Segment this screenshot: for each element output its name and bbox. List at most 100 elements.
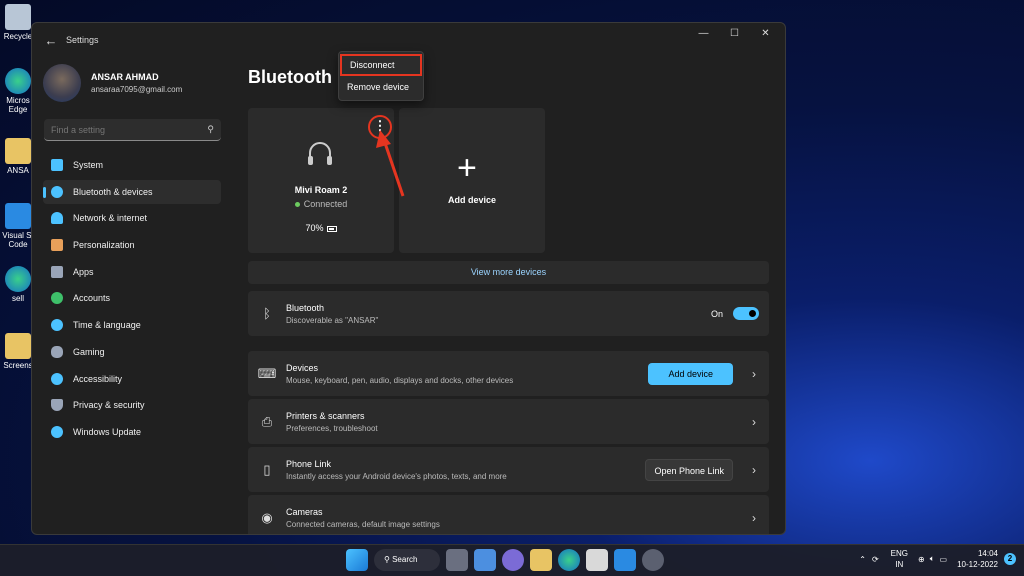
add-device-card[interactable]: + Add device: [399, 108, 545, 253]
bluetooth-row-subtitle: Discoverable as "ANSAR": [286, 315, 379, 325]
disconnect-menu-item[interactable]: Disconnect: [340, 54, 422, 76]
folder-icon: [5, 333, 31, 359]
system-tray: ⌃ ⟳ ENG IN ⊕ 🔈︎ ▭ 14:04 10-12-2022 2: [859, 548, 1016, 570]
devices-row[interactable]: ⌨ Devices Mouse, keyboard, pen, audio, d…: [248, 351, 769, 396]
maximize-button[interactable]: ☐: [719, 23, 750, 45]
chevron-right-icon[interactable]: ›: [739, 463, 769, 477]
sidebar-item-time-language[interactable]: Time & language: [43, 313, 221, 337]
edge-icon: [5, 266, 31, 292]
apps-icon: [51, 265, 63, 278]
avatar: [43, 64, 81, 102]
folder-icon: [5, 138, 31, 164]
printers-row-title: Printers & scanners: [286, 410, 365, 421]
profile-name: ANSAR AHMAD: [91, 72, 159, 82]
task-view-icon[interactable]: [446, 549, 468, 571]
camera-icon: ◉: [261, 509, 273, 525]
cameras-row-subtitle: Connected cameras, default image setting…: [286, 519, 440, 529]
search-icon[interactable]: ⚲: [207, 124, 214, 135]
device-cards: Mivi Roam 2 Connected 70% ⋮ + Add device: [248, 108, 769, 253]
photos-icon[interactable]: [614, 549, 636, 571]
sidebar-item-network[interactable]: Network & internet: [43, 206, 221, 230]
chevron-up-icon[interactable]: ⌃: [859, 555, 866, 564]
sidebar-item-gaming[interactable]: Gaming: [43, 340, 221, 364]
search-input[interactable]: [51, 124, 208, 135]
clock[interactable]: 14:04 10-12-2022: [957, 548, 998, 570]
device-status: Connected: [248, 199, 394, 209]
cameras-row[interactable]: ◉ Cameras Connected cameras, default ima…: [248, 495, 769, 534]
notification-badge[interactable]: 2: [1004, 553, 1016, 565]
devices-icon: ⌨: [257, 365, 277, 381]
settings-taskbar-icon[interactable]: [642, 549, 664, 571]
remove-device-menu-item[interactable]: Remove device: [339, 76, 423, 98]
taskbar-search[interactable]: ⚲ Search: [374, 549, 440, 571]
chevron-right-icon[interactable]: ›: [739, 415, 769, 429]
app-title: Settings: [66, 35, 99, 45]
add-device-label: Add device: [447, 195, 496, 205]
sidebar: ANSAR AHMAD ansaraa7095@gmail.com ⚲ Syst…: [32, 57, 232, 534]
update-icon: [51, 425, 63, 438]
sidebar-item-windows-update[interactable]: Windows Update: [43, 420, 221, 444]
close-button[interactable]: ✕: [750, 23, 781, 45]
window-controls: — ☐ ✕: [688, 23, 781, 45]
search-box: ⚲: [44, 119, 221, 141]
chevron-right-icon[interactable]: ›: [739, 511, 769, 525]
plus-icon: +: [457, 149, 477, 187]
sidebar-nav: System Bluetooth & devices Network & int…: [32, 153, 232, 444]
printers-row-subtitle: Preferences, troubleshoot: [286, 423, 378, 433]
bluetooth-toggle[interactable]: [733, 307, 759, 320]
edge-icon: [5, 68, 31, 94]
sync-icon[interactable]: ⟳: [872, 555, 879, 564]
language-indicator[interactable]: ENG IN: [891, 548, 908, 570]
chevron-right-icon[interactable]: ›: [739, 367, 769, 381]
widgets-icon[interactable]: [474, 549, 496, 571]
battery-level: 70%: [248, 223, 394, 233]
sidebar-item-privacy[interactable]: Privacy & security: [43, 393, 221, 417]
add-device-button[interactable]: Add device: [648, 362, 733, 385]
sidebar-item-personalization[interactable]: Personalization: [43, 233, 221, 257]
printer-icon: ⎙: [261, 413, 273, 429]
teams-chat-icon[interactable]: [502, 549, 524, 571]
file-explorer-icon[interactable]: [530, 549, 552, 571]
monitor-icon: [51, 159, 63, 171]
recycle-bin-icon: [5, 4, 31, 30]
sidebar-item-accessibility[interactable]: Accessibility: [43, 367, 221, 391]
device-context-menu: Disconnect Remove device: [338, 51, 424, 101]
bluetooth-icon: ᛒ: [263, 306, 271, 321]
devices-row-subtitle: Mouse, keyboard, pen, audio, displays an…: [286, 375, 514, 385]
shield-icon: [51, 399, 63, 412]
page-title: Bluetooth: [248, 67, 332, 87]
battery-icon: [326, 225, 337, 232]
minimize-button[interactable]: —: [688, 23, 719, 45]
open-phone-link-button[interactable]: Open Phone Link: [645, 458, 733, 481]
taskbar: ⚲ Search ⌃ ⟳ ENG IN ⊕ 🔈︎ ▭ 14:04 10-12-2…: [0, 544, 1024, 576]
battery-icon[interactable]: ▭: [940, 555, 948, 564]
network-icon[interactable]: ⊕: [918, 555, 925, 564]
globe-clock-icon: [51, 319, 63, 332]
phone-icon: ▯: [263, 461, 271, 477]
bluetooth-row-title: Bluetooth: [286, 302, 325, 313]
person-icon: [51, 292, 63, 305]
accessibility-icon: [51, 372, 63, 385]
sidebar-item-bluetooth-devices[interactable]: Bluetooth & devices: [43, 179, 221, 204]
sidebar-item-apps[interactable]: Apps: [43, 260, 221, 284]
sidebar-item-system[interactable]: System: [43, 153, 221, 177]
brush-icon: [51, 239, 63, 252]
edge-icon[interactable]: [558, 549, 580, 571]
volume-icon[interactable]: 🔈︎: [930, 554, 935, 564]
profile-section[interactable]: ANSAR AHMAD ansaraa7095@gmail.com: [32, 57, 232, 105]
cameras-row-title: Cameras: [286, 506, 323, 517]
annotation-arrow-icon: [376, 130, 405, 197]
wifi-icon: [51, 212, 63, 225]
profile-email: ansaraa7095@gmail.com: [91, 85, 183, 94]
phone-link-row-title: Phone Link: [286, 458, 332, 469]
start-button[interactable]: [346, 549, 368, 571]
printers-row[interactable]: ⎙ Printers & scanners Preferences, troub…: [248, 399, 769, 444]
back-button[interactable]: ←: [36, 33, 66, 48]
devices-row-title: Devices: [286, 362, 319, 373]
status-dot-icon: [294, 202, 300, 208]
vscode-icon: [5, 203, 31, 229]
store-icon[interactable]: [586, 549, 608, 571]
sidebar-item-accounts[interactable]: Accounts: [43, 286, 221, 310]
view-more-devices-button[interactable]: View more devices: [248, 261, 769, 284]
phone-link-row[interactable]: ▯ Phone Link Instantly access your Andro…: [248, 447, 769, 492]
